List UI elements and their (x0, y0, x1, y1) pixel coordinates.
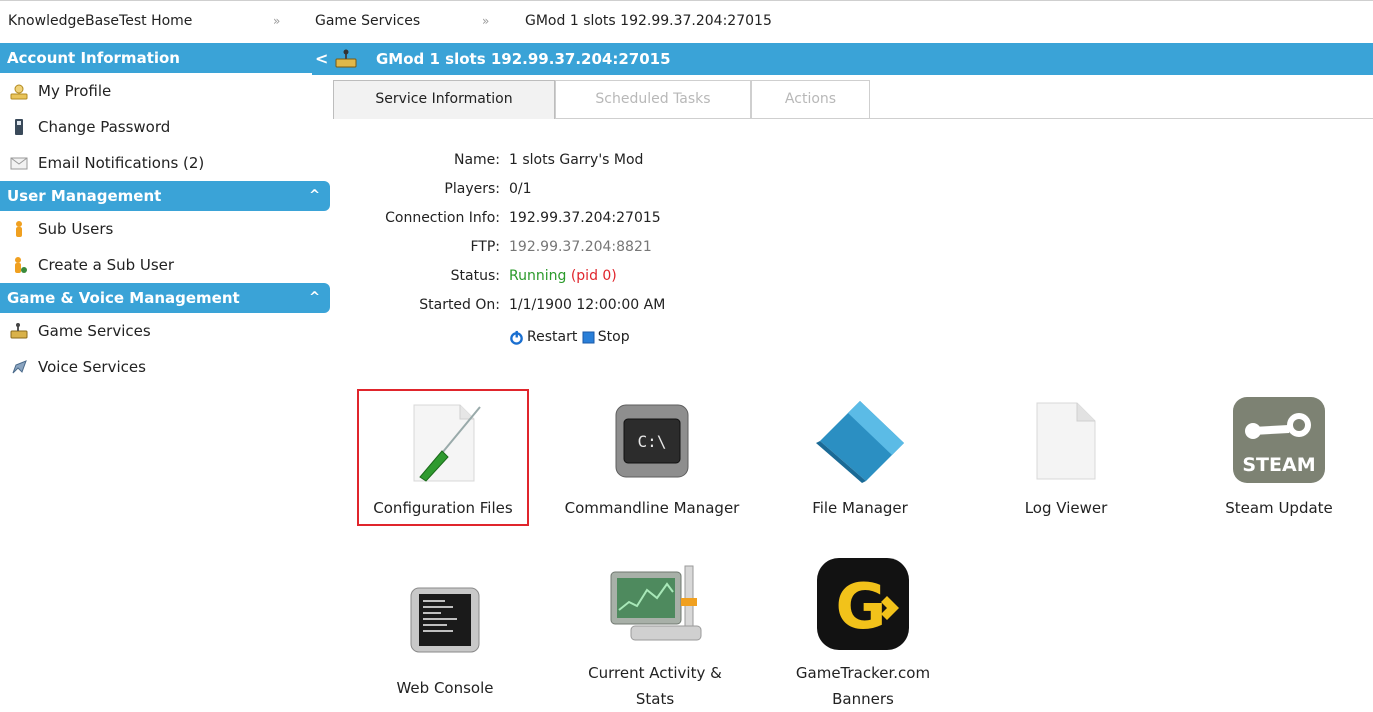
service-title: GMod 1 slots 192.99.37.204:27015 (376, 50, 671, 68)
gametracker-icon-text: G (836, 570, 887, 643)
current-activity-stats-tile[interactable]: Current Activity & Stats (560, 560, 750, 709)
service-header-bar: < GMod 1 slots 192.99.37.204:27015 (312, 43, 1373, 75)
tile-label: Stats (635, 690, 675, 708)
config-files-icon (413, 404, 481, 482)
sidebar-section-user-management[interactable]: User Management ^ (0, 181, 330, 211)
tab-service-information[interactable]: Service Information (333, 80, 555, 119)
back-chevron-icon[interactable]: < (315, 43, 328, 75)
game-services-icon (10, 323, 28, 339)
breadcrumb-separator: » (482, 14, 490, 28)
commandline-icon: C:\ (615, 404, 689, 478)
sidebar-item-game-services[interactable]: Game Services (0, 313, 330, 349)
web-console-tile[interactable]: Web Console (370, 560, 520, 700)
top-border (0, 0, 1373, 1)
user-icon (10, 84, 28, 100)
steam-icon-text: STEAM (1242, 454, 1315, 476)
name-label: Name: (453, 152, 500, 168)
restart-button[interactable]: Restart (509, 329, 582, 345)
section-title: Account Information (7, 49, 180, 67)
breadcrumb-home-link[interactable]: KnowledgeBaseTest Home (8, 13, 192, 29)
web-console-icon (410, 587, 480, 653)
sidebar-section-game-voice-management[interactable]: Game & Voice Management ^ (0, 283, 330, 313)
status-running: Running (509, 268, 567, 284)
started-on-label: Started On: (419, 297, 500, 313)
status-value: Running (pid 0) (509, 268, 617, 284)
password-icon (15, 119, 23, 135)
section-title: Game & Voice Management (7, 289, 240, 307)
commandline-icon-text: C:\ (638, 432, 667, 451)
status-pid: (pid 0) (570, 268, 617, 284)
file-manager-tile[interactable]: File Manager (770, 389, 950, 522)
stop-label: Stop (597, 329, 630, 345)
ftp-label: FTP: (470, 239, 500, 255)
sidebar-item-create-sub-user[interactable]: Create a Sub User (0, 247, 330, 283)
tile-label: Banners (832, 690, 894, 708)
tile-label: Configuration Files (373, 499, 513, 517)
breadcrumb-game-services-link[interactable]: Game Services (315, 13, 420, 29)
sidebar-item-voice-services[interactable]: Voice Services (0, 349, 330, 385)
sidebar-section-account-information[interactable]: Account Information (0, 43, 330, 73)
voice-services-icon (12, 360, 27, 374)
tile-label: Steam Update (1225, 499, 1333, 517)
tile-label: Web Console (396, 679, 494, 697)
game-service-icon (335, 49, 357, 68)
restart-label: Restart (527, 329, 578, 345)
tab-scheduled-tasks[interactable]: Scheduled Tasks (555, 80, 751, 118)
sidebar-item-label: Voice Services (38, 358, 146, 376)
players-label: Players: (444, 181, 500, 197)
tile-label: Current Activity & (588, 664, 722, 682)
sidebar-item-label: Change Password (38, 118, 171, 136)
sidebar-item-change-password[interactable]: Change Password (0, 109, 330, 145)
sidebar-item-label: Create a Sub User (38, 256, 175, 274)
log-viewer-tile[interactable]: Log Viewer (1000, 389, 1132, 522)
tile-label: GameTracker.com (795, 664, 931, 682)
tile-label: Commandline Manager (564, 499, 740, 517)
sidebar-item-label: My Profile (38, 82, 112, 100)
tile-label: File Manager (812, 499, 908, 517)
stop-icon (582, 331, 595, 343)
breadcrumb-separator: » (273, 14, 281, 28)
log-viewer-icon (1036, 402, 1096, 480)
create-user-icon (15, 257, 27, 273)
stop-button[interactable]: Stop (582, 329, 630, 345)
steam-icon: STEAM (1233, 397, 1325, 483)
section-title: User Management (7, 187, 162, 205)
status-label: Status: (450, 268, 500, 284)
file-manager-icon (816, 401, 904, 483)
players-value: 0/1 (509, 181, 532, 197)
steam-update-tile[interactable]: STEAM Steam Update (1205, 389, 1353, 522)
gametracker-icon: G (817, 558, 909, 650)
configuration-files-tile[interactable]: Configuration Files (357, 389, 529, 526)
ftp-value[interactable]: 192.99.37.204:8821 (509, 239, 652, 255)
tab-bar: Service Information Scheduled Tasks Acti… (333, 80, 1373, 119)
connection-info-label: Connection Info: (385, 210, 500, 226)
sidebar-item-email-notifications[interactable]: Email Notifications (2) (0, 145, 330, 181)
collapse-icon[interactable]: ^ (309, 283, 320, 313)
breadcrumb-current: GMod 1 slots 192.99.37.204:27015 (525, 13, 772, 29)
service-actions: Restart Stop (509, 329, 630, 349)
activity-stats-icon (610, 565, 702, 641)
sidebar-item-sub-users[interactable]: Sub Users (0, 211, 330, 247)
name-value: 1 slots Garry's Mod (509, 152, 644, 168)
tab-actions[interactable]: Actions (751, 80, 870, 118)
started-on-value: 1/1/1900 12:00:00 AM (509, 297, 666, 313)
sidebar: Account Information My Profile Change Pa… (0, 43, 330, 385)
collapse-icon[interactable]: ^ (309, 181, 320, 211)
connection-info-value: 192.99.37.204:27015 (509, 210, 661, 226)
sidebar-item-my-profile[interactable]: My Profile (0, 73, 330, 109)
commandline-manager-tile[interactable]: C:\ Commandline Manager (552, 389, 752, 522)
gametracker-banners-tile[interactable]: G GameTracker.com Banners (778, 556, 948, 709)
sidebar-item-label: Game Services (38, 322, 151, 340)
email-icon (10, 157, 28, 170)
sub-users-icon (16, 221, 22, 237)
sidebar-item-label: Sub Users (38, 220, 114, 238)
restart-icon (510, 330, 523, 345)
tile-label: Log Viewer (1024, 499, 1108, 517)
sidebar-item-label: Email Notifications (2) (38, 154, 205, 172)
